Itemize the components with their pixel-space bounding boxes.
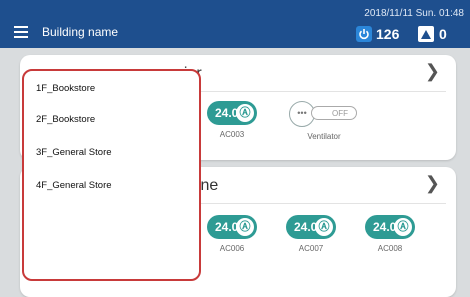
ac-unit[interactable]: 24.0 Ⓐ AC006 <box>207 215 257 253</box>
ac-unit[interactable]: 24.0 Ⓐ AC008 <box>365 215 415 253</box>
ac-name: AC008 <box>377 244 403 253</box>
top-bar: Building name 2018/11/11 Sun. 01:48 126 … <box>0 0 470 48</box>
dropdown-item[interactable]: 3F_General Store <box>36 147 196 158</box>
fan-auto-icon: Ⓐ <box>236 218 254 236</box>
chevron-right-icon[interactable]: ❯ <box>425 61 440 82</box>
dropdown-item[interactable]: 4F_General Store <box>36 180 196 191</box>
chevron-right-icon[interactable]: ❯ <box>425 173 440 194</box>
dropdown-item[interactable]: 1F_Bookstore <box>36 83 196 94</box>
ventilator-name: Ventilator <box>307 132 341 141</box>
building-name[interactable]: Building name <box>42 25 118 39</box>
alarm-status[interactable]: 0 <box>418 26 447 42</box>
ac-name: AC003 <box>219 130 245 139</box>
datetime: 2018/11/11 Sun. 01:48 <box>364 8 464 19</box>
ac-toggle[interactable]: 24.0 Ⓐ <box>286 215 336 239</box>
ac-name: AC006 <box>219 244 245 253</box>
dropdown-item[interactable]: 2F_Bookstore <box>36 114 196 125</box>
power-icon <box>356 26 372 42</box>
ac-temperature: 24.0 <box>215 106 239 120</box>
ventilator-toggle[interactable]: OFF <box>311 106 357 120</box>
ac-unit[interactable]: 24.0 Ⓐ AC003 <box>207 101 257 139</box>
menu-icon[interactable] <box>14 26 28 38</box>
ac-temperature: 24.0 <box>373 220 397 234</box>
alarm-count: 0 <box>439 26 447 42</box>
power-status[interactable]: 126 <box>356 26 399 42</box>
ac-toggle[interactable]: 24.0 Ⓐ <box>207 101 257 125</box>
fan-auto-icon: Ⓐ <box>315 218 333 236</box>
ventilator-unit[interactable]: ••• OFF Ventilator <box>289 101 359 141</box>
fan-auto-icon: Ⓐ <box>394 218 412 236</box>
power-count: 126 <box>376 26 400 42</box>
alarm-icon <box>418 26 434 42</box>
ac-unit[interactable]: 24.0 Ⓐ AC007 <box>286 215 336 253</box>
ac-temperature: 24.0 <box>294 220 318 234</box>
ac-toggle[interactable]: 24.0 Ⓐ <box>365 215 415 239</box>
ac-name: AC007 <box>298 244 324 253</box>
ac-temperature: 24.0 <box>215 220 239 234</box>
ac-toggle[interactable]: 24.0 Ⓐ <box>207 215 257 239</box>
building-floor-dropdown[interactable]: 1F_Bookstore 2F_Bookstore 3F_General Sto… <box>22 69 201 281</box>
fan-auto-icon: Ⓐ <box>236 104 254 122</box>
